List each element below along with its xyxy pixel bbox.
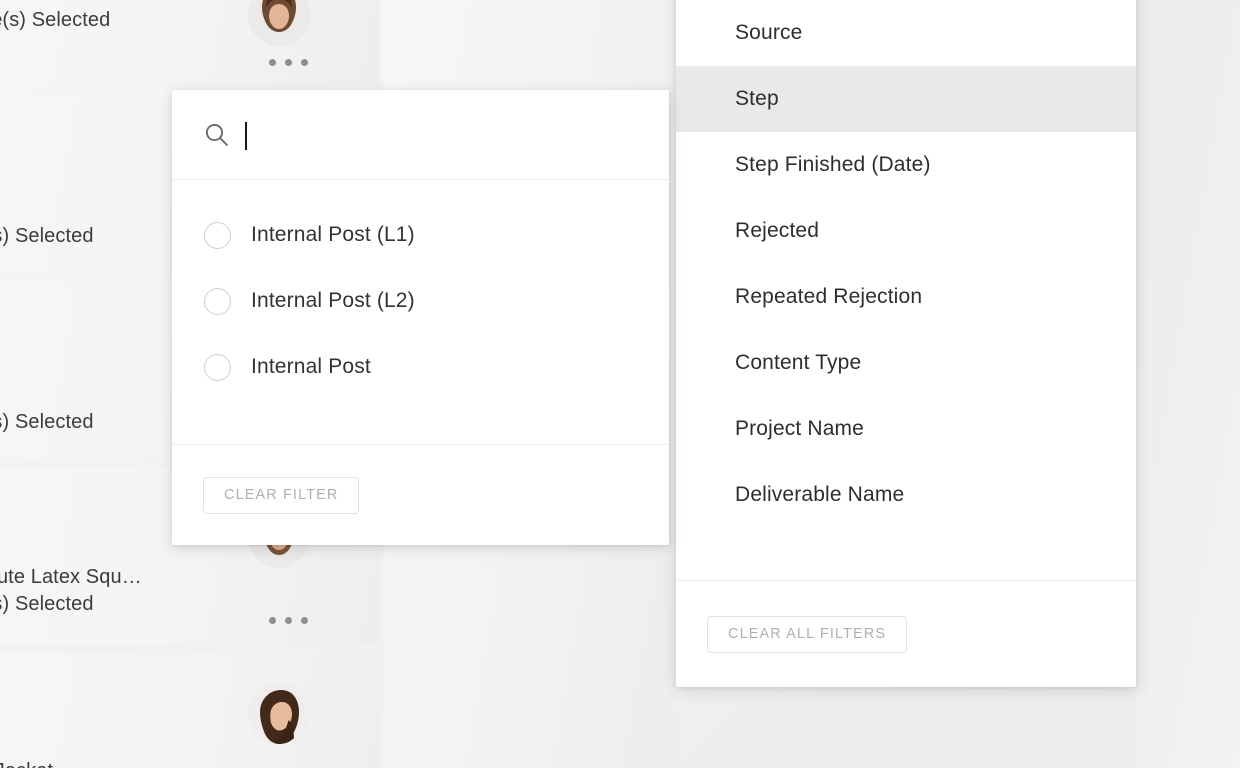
field-item-step-finished-date[interactable]: Step Finished (Date) xyxy=(676,132,1136,198)
avatar xyxy=(248,682,310,744)
filter-option-internal-post-l2[interactable]: Internal Post (L2) xyxy=(172,268,669,334)
search-icon xyxy=(205,123,228,146)
list-item-overflow-menu-icon[interactable] xyxy=(269,59,308,66)
filter-values-popup: Internal Post (L1) Internal Post (L2) In… xyxy=(172,90,669,545)
filter-option-label: Internal Post (L1) xyxy=(251,223,415,246)
filter-search-input-wrap[interactable] xyxy=(244,117,637,152)
list-item[interactable]: mage(s) Selected xyxy=(0,0,380,86)
field-item-source[interactable]: Source xyxy=(676,0,1136,66)
filter-option-label: Internal Post xyxy=(251,355,371,378)
field-item-rejected[interactable]: Rejected xyxy=(676,198,1136,264)
filter-search-row xyxy=(172,90,669,180)
avatar xyxy=(248,0,310,46)
field-item-deliverable-name[interactable]: Deliverable Name xyxy=(676,462,1136,528)
list-item-subtitle: age(s) Selected xyxy=(0,593,94,615)
field-item-step[interactable]: Step xyxy=(676,66,1136,132)
list-item-body: ™ II Jacket xyxy=(0,654,380,768)
radio-icon[interactable] xyxy=(204,221,231,249)
list-item-overflow-menu-icon[interactable] xyxy=(269,617,308,624)
filter-options-list: Internal Post (L1) Internal Post (L2) In… xyxy=(172,180,669,445)
filter-option-internal-post-l1[interactable]: Internal Post (L1) xyxy=(172,202,669,268)
fields-panel-footer: CLEAR ALL FILTERS xyxy=(676,581,1136,687)
field-item-content-type[interactable]: Content Type xyxy=(676,330,1136,396)
filter-popup-footer: CLEAR FILTER xyxy=(172,445,669,545)
app-root: mage(s) Selected age(s) Selected age(s) … xyxy=(0,0,1240,768)
filter-fields-list: Content Type Source Step Step Finished (… xyxy=(676,0,1136,580)
text-caret xyxy=(245,121,247,150)
clear-filter-button[interactable]: CLEAR FILTER xyxy=(203,476,360,514)
filter-search-input[interactable] xyxy=(244,117,637,152)
filter-fields-panel: Content Type Source Step Step Finished (… xyxy=(676,0,1136,687)
list-item[interactable]: ™ II Jacket xyxy=(0,654,380,768)
field-item-project-name[interactable]: Project Name xyxy=(676,396,1136,462)
filter-option-label: Internal Post (L2) xyxy=(251,289,415,312)
filter-option-internal-post[interactable]: Internal Post xyxy=(172,334,669,400)
list-item-body: mage(s) Selected xyxy=(0,0,380,86)
list-item-title: ™ II Jacket xyxy=(0,758,358,768)
right-background-strip xyxy=(1136,0,1240,768)
field-item-repeated-rejection[interactable]: Repeated Rejection xyxy=(676,264,1136,330)
radio-icon[interactable] xyxy=(204,353,231,381)
radio-icon[interactable] xyxy=(204,287,231,315)
clear-all-filters-button[interactable]: CLEAR ALL FILTERS xyxy=(707,615,908,653)
list-item-title: nd Flute Latex Squ… xyxy=(0,566,142,588)
